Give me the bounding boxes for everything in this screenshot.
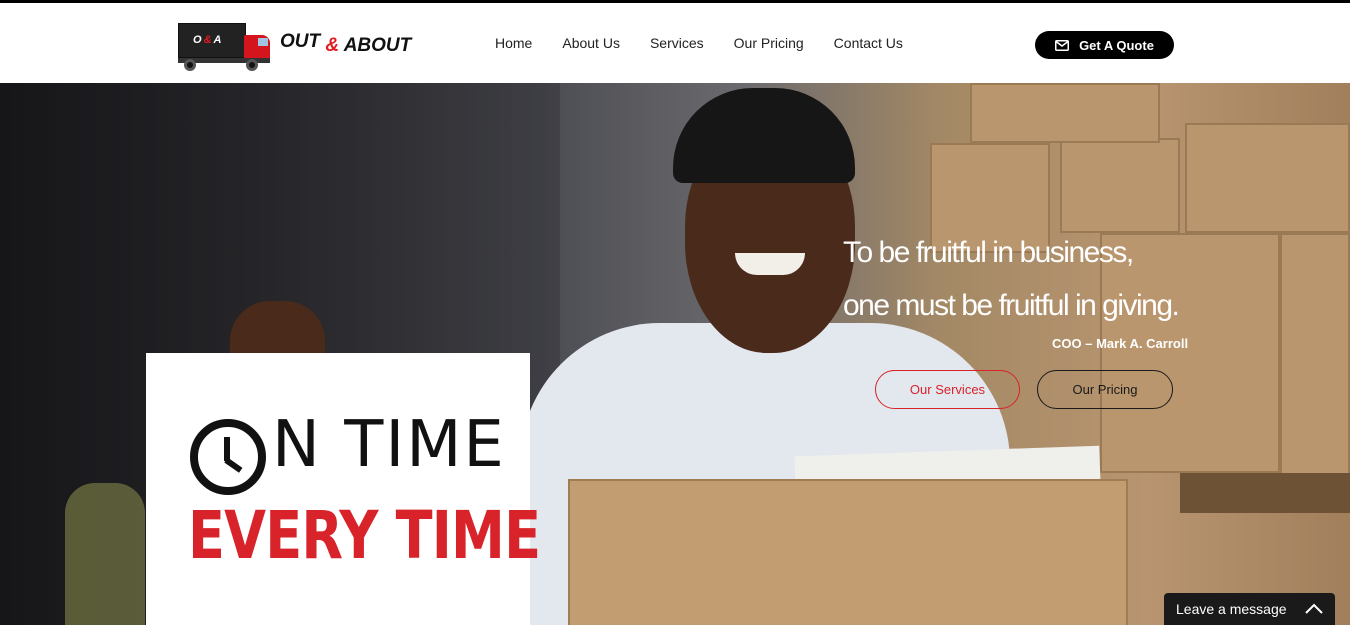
get-a-quote-button[interactable]: Get A Quote (1035, 31, 1174, 59)
warehouse-box (1280, 233, 1350, 513)
nav-about-us[interactable]: About Us (562, 35, 620, 51)
hero-quote-author: COO – Mark A. Carroll (1052, 336, 1189, 351)
chevron-up-icon (1305, 603, 1323, 614)
site-header: O&A OUT & ABOUT Home About Us Services O… (0, 3, 1350, 83)
hero-quote-line-2: one must be fruitful in giving. (843, 289, 1180, 322)
background-worker (65, 483, 145, 625)
logo-text-about: ABOUT (343, 35, 412, 56)
person-smile (735, 253, 805, 275)
envelope-icon (1055, 39, 1070, 51)
warehouse-box (1060, 138, 1180, 233)
clock-icon (190, 419, 266, 495)
nav-services[interactable]: Services (650, 35, 704, 51)
logo-text-out: OUT (280, 31, 321, 52)
hero-banner: N TIME EVERY TIME To be fruitful in busi… (0, 83, 1350, 625)
nav-contact-us[interactable]: Contact Us (834, 35, 903, 51)
logo[interactable]: O&A OUT & ABOUT (178, 23, 412, 75)
truck-window (258, 38, 268, 46)
sign-line-2: EVERY TIME (188, 497, 541, 574)
sign-line-1: N TIME (272, 408, 506, 482)
truck-icon: O&A (178, 23, 246, 58)
logo-box-text: O&A (193, 34, 224, 46)
nav-home[interactable]: Home (495, 35, 532, 51)
leave-a-message-widget[interactable]: Leave a message (1164, 593, 1335, 625)
nav-our-pricing[interactable]: Our Pricing (734, 35, 804, 51)
truck-wheel (246, 59, 258, 71)
our-services-button[interactable]: Our Services (875, 370, 1020, 409)
main-nav: Home About Us Services Our Pricing Conta… (495, 3, 933, 83)
hero-quote-line-1: To be fruitful in business, (843, 236, 1134, 269)
our-pricing-button[interactable]: Our Pricing (1037, 370, 1173, 409)
cardboard-package (568, 479, 1128, 625)
truck-wheel (184, 59, 196, 71)
chat-label: Leave a message (1176, 601, 1287, 617)
logo-text: OUT & ABOUT (280, 31, 412, 57)
warehouse-box (1185, 123, 1350, 233)
on-time-sign: N TIME EVERY TIME (146, 353, 541, 625)
warehouse-box (970, 83, 1160, 143)
person-cap (673, 88, 855, 183)
get-a-quote-label: Get A Quote (1079, 37, 1154, 53)
logo-text-amp: & (325, 35, 340, 56)
pallet (1180, 473, 1350, 513)
